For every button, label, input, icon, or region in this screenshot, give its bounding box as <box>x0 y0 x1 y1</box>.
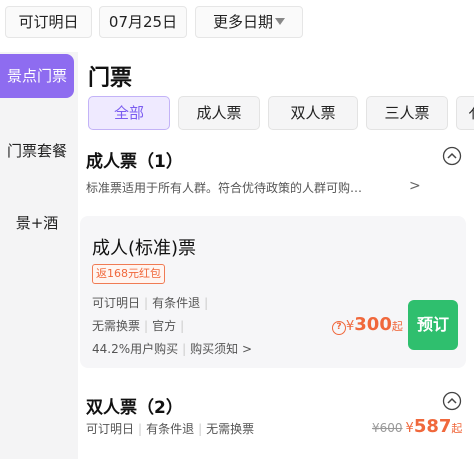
date-0725-button[interactable]: 07月25日 <box>99 6 187 38</box>
attr-bookable-tomorrow: 可订明日 <box>92 296 141 310</box>
book-button[interactable]: 预订 <box>408 300 458 350</box>
purchase-rate: 44.2%用户购买 <box>92 342 179 356</box>
date-bar: 可订明日 07月25日 更多日期 <box>0 0 474 44</box>
question-icon[interactable]: ? <box>332 321 346 335</box>
tab-more[interactable]: 亻 <box>456 96 474 130</box>
product-attrs-row1: 可订明日 | 有条件退 | <box>92 296 209 310</box>
chevron-right-icon: > <box>238 342 253 356</box>
category-title-double: 双人票（2） <box>86 398 183 418</box>
main-panel: 门票 全部 成人票 双人票 三人票 亻 成人票（1） 标准票适用于所有人群。符合… <box>78 44 474 459</box>
purchase-notice-link[interactable]: 购买须知 <box>190 342 238 356</box>
date-tomorrow-button[interactable]: 可订明日 <box>5 6 92 38</box>
product-attrs-row2: 无需换票 | 官方 | <box>92 319 185 333</box>
ticket-type-tabs: 全部 成人票 双人票 三人票 亻 <box>88 96 474 130</box>
category-title-adult: 成人票（1） <box>86 152 183 172</box>
chevron-right-icon[interactable]: > <box>409 178 421 194</box>
collapse-icon[interactable] <box>442 146 462 166</box>
price-currency: ¥ <box>405 421 414 436</box>
attr-no-exchange: 无需换票 <box>92 319 141 333</box>
attr-bookable-tomorrow: 可订明日 <box>86 422 135 436</box>
product-name: 成人(标准)票 <box>92 238 197 259</box>
collapse-icon[interactable] <box>442 391 462 411</box>
product-card[interactable]: 成人(标准)票 返168元红包 可订明日 | 有条件退 | 无需换票 | 官方 | 44.2… <box>80 216 466 368</box>
original-price: ¥600 <box>372 421 403 435</box>
caret-down-icon <box>275 18 285 25</box>
more-dates-button[interactable]: 更多日期 <box>195 6 303 38</box>
sidebar: 景点门票 门票套餐 景+酒 <box>0 52 78 459</box>
more-dates-label: 更多日期 <box>212 13 273 31</box>
section-title: 门票 <box>88 66 133 91</box>
tab-all[interactable]: 全部 <box>88 96 170 130</box>
price-value: 300 <box>354 314 392 335</box>
price-suffix: 起 <box>451 422 463 435</box>
sidebar-item-scenic-hotel[interactable]: 景+酒 <box>0 212 74 233</box>
price-value: 587 <box>413 416 452 437</box>
sidebar-item-scenic-tickets[interactable]: 景点门票 <box>0 54 74 98</box>
red-packet-badge: 返168元红包 <box>92 264 165 284</box>
category-price: ¥600 ¥587起 <box>372 416 462 437</box>
price-suffix: 起 <box>391 320 403 333</box>
category-description: 标准票适用于所有人群。符合优待政策的人群可购… <box>86 181 363 195</box>
tab-triple[interactable]: 三人票 <box>366 96 448 130</box>
attr-official: 官方 <box>152 319 177 333</box>
product-attrs-row3: 44.2%用户购买 | 购买须知 > <box>92 342 253 356</box>
tab-double[interactable]: 双人票 <box>268 96 358 130</box>
attr-conditional-refund: 有条件退 <box>146 422 195 436</box>
tab-adult[interactable]: 成人票 <box>178 96 260 130</box>
attr-no-exchange: 无需换票 <box>206 422 255 436</box>
category-attrs: 可订明日 | 有条件退 | 无需换票 <box>86 422 255 436</box>
attr-conditional-refund: 有条件退 <box>152 296 201 310</box>
product-price: ? ¥300起 <box>332 314 403 335</box>
sidebar-item-ticket-packages[interactable]: 门票套餐 <box>0 140 74 161</box>
